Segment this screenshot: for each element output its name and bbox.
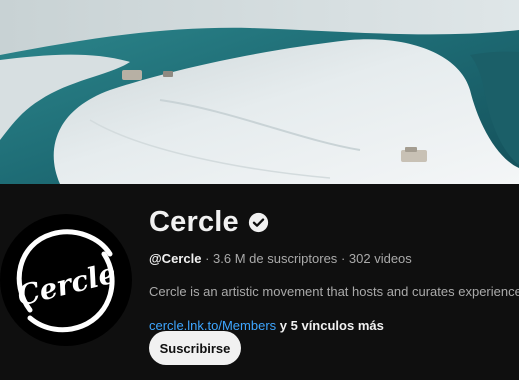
more-links[interactable]: y 5 vínculos más [280,318,384,333]
video-count: 302 videos [348,251,412,266]
channel-name: Cercle [149,205,239,238]
subscribe-button[interactable]: Suscribirse [149,331,241,365]
channel-description[interactable]: Cercle is an artistic movement that host… [149,284,519,299]
subscriber-count: 3.6 M de suscriptores [213,251,338,266]
verified-check-icon [248,212,268,232]
avatar[interactable]: Cercle [0,214,132,346]
meta-separator: · [340,251,346,266]
channel-banner [0,0,519,184]
title-row: Cercle [149,202,519,242]
meta-separator: · [205,251,210,266]
banner-image [0,0,519,184]
channel-handle: @Cercle [149,251,202,266]
channel-info: Cercle @Cercle · 3.6 M de suscriptores ·… [149,202,519,334]
channel-meta: @Cercle · 3.6 M de suscriptores · 302 vi… [149,251,519,266]
cercle-logo-icon: Cercle [0,214,132,346]
channel-header: Cercle Cercle @Cercle · 3.6 M de suscrip… [0,184,519,380]
